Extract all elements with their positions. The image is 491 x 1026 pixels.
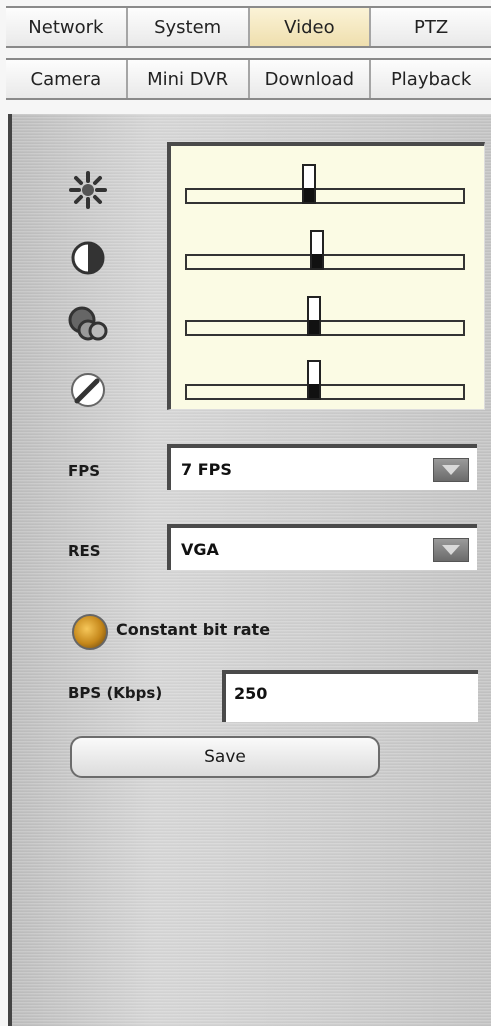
- chevron-down-icon[interactable]: [433, 458, 469, 482]
- slider-thumb[interactable]: [307, 296, 321, 336]
- tab-download[interactable]: Download: [250, 60, 372, 98]
- primary-tab-bar: Network System Video PTZ: [6, 6, 491, 48]
- brightness-icon: [64, 170, 112, 210]
- slider-track: [185, 384, 465, 400]
- sharpness-icon: [64, 370, 112, 410]
- sharpness-slider[interactable]: [185, 360, 465, 404]
- contrast-icon: [64, 238, 112, 278]
- res-value: VGA: [181, 539, 219, 559]
- tab-system[interactable]: System: [128, 8, 250, 46]
- fps-label: FPS: [68, 462, 101, 480]
- bps-label: BPS (Kbps): [68, 684, 163, 702]
- saturation-slider[interactable]: [185, 296, 465, 340]
- tab-ptz[interactable]: PTZ: [371, 8, 491, 46]
- tab-playback[interactable]: Playback: [371, 60, 491, 98]
- tab-camera[interactable]: Camera: [6, 60, 128, 98]
- tab-network[interactable]: Network: [6, 8, 128, 46]
- slider-thumb[interactable]: [307, 360, 321, 400]
- slider-track: [185, 320, 465, 336]
- saturation-icon: [64, 304, 112, 344]
- fps-value: 7 FPS: [181, 459, 232, 479]
- image-adjust-sliders: [167, 142, 485, 410]
- tab-mini-dvr[interactable]: Mini DVR: [128, 60, 250, 98]
- constant-bit-rate-label: Constant bit rate: [116, 620, 271, 639]
- fps-select[interactable]: 7 FPS: [167, 444, 477, 490]
- video-settings-window: Network System Video PTZ Camera Mini DVR…: [0, 0, 491, 1026]
- tab-video[interactable]: Video: [249, 8, 372, 46]
- slider-track: [185, 254, 465, 270]
- res-select[interactable]: VGA: [167, 524, 477, 570]
- slider-track: [185, 188, 465, 204]
- settings-panel: FPS 7 FPS RES VGA Constant bit rate BPS …: [8, 114, 491, 1026]
- contrast-slider[interactable]: [185, 230, 465, 274]
- slider-thumb[interactable]: [302, 164, 316, 204]
- bps-input[interactable]: 250: [222, 670, 478, 722]
- chevron-down-icon[interactable]: [433, 538, 469, 562]
- slider-thumb[interactable]: [310, 230, 324, 270]
- constant-bit-rate-radio[interactable]: [72, 614, 108, 650]
- secondary-tab-bar: Camera Mini DVR Download Playback: [6, 58, 491, 100]
- brightness-slider[interactable]: [185, 164, 465, 208]
- save-button[interactable]: Save: [70, 736, 380, 778]
- res-label: RES: [68, 542, 101, 560]
